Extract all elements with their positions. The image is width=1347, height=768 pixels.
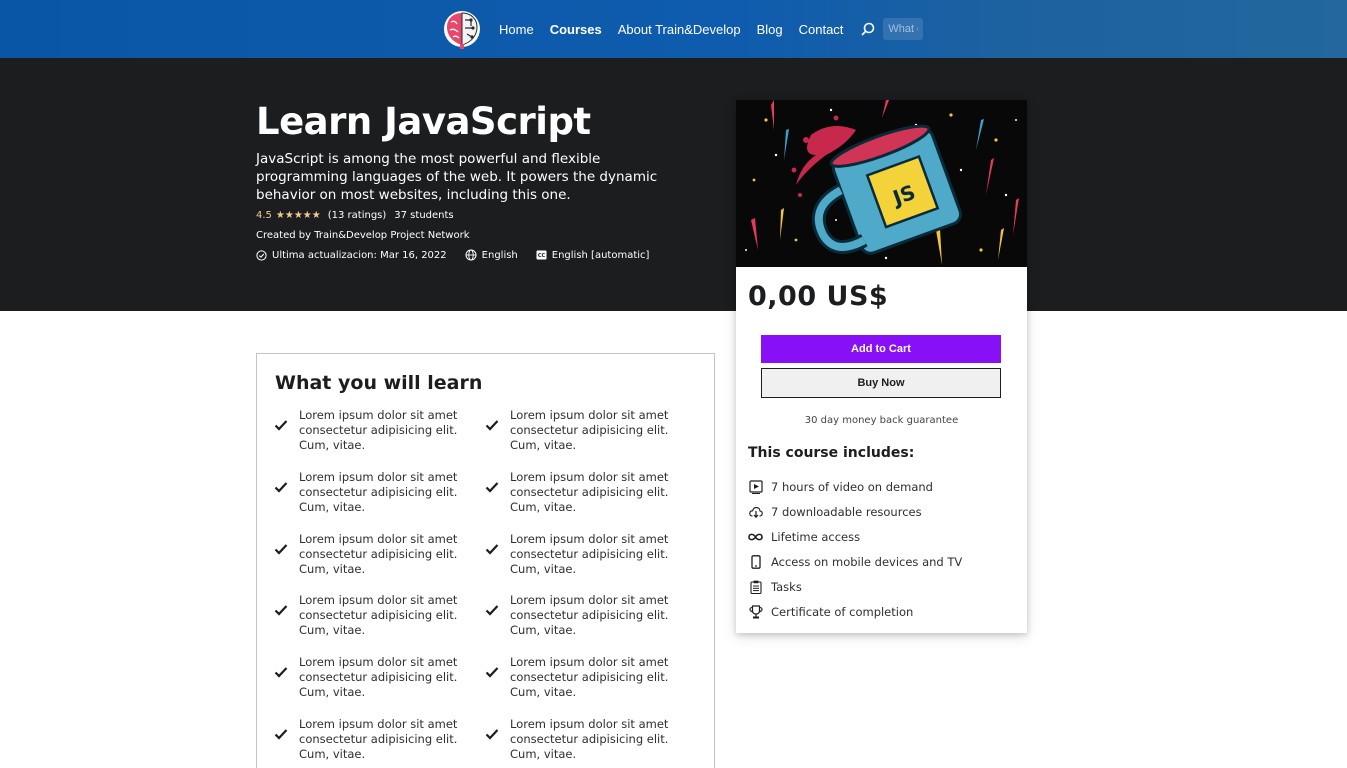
nav-contact[interactable]: Contact bbox=[799, 22, 844, 37]
learn-item-text: Lorem ipsum dolor sit amet consectetur a… bbox=[299, 469, 458, 514]
brain-logo-icon[interactable] bbox=[443, 8, 481, 50]
includes-list: 7 hours of video on demand 7 downloadabl… bbox=[748, 474, 962, 624]
course-preview-image[interactable]: JS bbox=[736, 100, 1027, 267]
closed-captions-icon: CC bbox=[536, 250, 547, 260]
learn-item-text: Lorem ipsum dolor sit amet consectetur a… bbox=[299, 593, 458, 638]
includes-label: Certificate of completion bbox=[771, 604, 914, 619]
top-navbar: Home Courses About Train&Develop Blog Co… bbox=[0, 0, 1347, 58]
checkmark-icon bbox=[274, 605, 288, 616]
learn-item: Lorem ipsum dolor sit amet consectetur a… bbox=[274, 408, 485, 470]
learn-item-text: Lorem ipsum dolor sit amet consectetur a… bbox=[510, 593, 669, 638]
rating-row: 4.5 ★★★★★ (13 ratings) 37 students bbox=[256, 210, 454, 221]
includes-label: 7 hours of video on demand bbox=[771, 479, 933, 494]
add-to-cart-button[interactable]: Add to Cart bbox=[761, 335, 1001, 363]
course-meta: Ultima actualizacion: Mar 16, 2022 Engli… bbox=[256, 249, 667, 261]
language-text: English bbox=[481, 249, 518, 261]
money-back-guarantee: 30 day money back guarantee bbox=[804, 415, 959, 426]
learn-item-text: Lorem ipsum dolor sit amet consectetur a… bbox=[510, 469, 669, 514]
download-icon bbox=[748, 504, 763, 519]
purchase-card: JS 0,00 US$ Add to Cart Buy Now 30 day m… bbox=[736, 100, 1027, 633]
nav-home[interactable]: Home bbox=[499, 22, 534, 37]
checkmark-icon bbox=[485, 543, 499, 555]
checkmark-icon bbox=[485, 729, 499, 740]
trophy-icon bbox=[748, 604, 763, 619]
search-icon[interactable] bbox=[861, 22, 875, 36]
learn-item: Lorem ipsum dolor sit amet consectetur a… bbox=[485, 655, 696, 717]
svg-text:CC: CC bbox=[538, 253, 546, 259]
checkmark-icon bbox=[485, 482, 499, 493]
course-price: 0,00 US$ bbox=[748, 281, 889, 312]
includes-item: Tasks bbox=[748, 574, 962, 599]
learn-item-text: Lorem ipsum dolor sit amet consectetur a… bbox=[510, 655, 669, 700]
video-icon bbox=[748, 479, 763, 494]
learn-item-text: Lorem ipsum dolor sit amet consectetur a… bbox=[299, 408, 458, 452]
learn-item: Lorem ipsum dolor sit amet consectetur a… bbox=[274, 532, 485, 594]
learn-item: Lorem ipsum dolor sit amet consectetur a… bbox=[485, 470, 696, 532]
language: English bbox=[465, 249, 518, 261]
last-updated-text: Ultima actualizacion: Mar 16, 2022 bbox=[272, 249, 447, 261]
includes-item: Access on mobile devices and TV bbox=[748, 549, 962, 574]
includes-label: 7 downloadable resources bbox=[771, 504, 922, 519]
learn-item-text: Lorem ipsum dolor sit amet consectetur a… bbox=[510, 531, 669, 576]
clipboard-icon bbox=[748, 579, 763, 594]
learn-item: Lorem ipsum dolor sit amet consectetur a… bbox=[274, 655, 485, 717]
checkmark-icon bbox=[485, 420, 499, 431]
nav-about[interactable]: About Train&Develop bbox=[618, 22, 741, 37]
checkmark-icon bbox=[274, 482, 288, 493]
learn-item-text: Lorem ipsum dolor sit amet consectetur a… bbox=[299, 655, 458, 700]
checkmark-icon bbox=[274, 667, 288, 678]
learn-item: Lorem ipsum dolor sit amet consectetur a… bbox=[274, 470, 485, 532]
nav-inner: Home Courses About Train&Develop Blog Co… bbox=[443, 0, 924, 58]
learn-grid: Lorem ipsum dolor sit amet consectetur a… bbox=[274, 408, 699, 768]
checkmark-icon bbox=[485, 667, 499, 678]
includes-item: 7 downloadable resources bbox=[748, 499, 962, 524]
includes-label: Tasks bbox=[771, 579, 802, 594]
captions: CC English [automatic] bbox=[536, 249, 650, 261]
includes-item: Lifetime access bbox=[748, 524, 962, 549]
ratings-count[interactable]: (13 ratings) bbox=[328, 210, 387, 221]
learn-item: Lorem ipsum dolor sit amet consectetur a… bbox=[485, 717, 696, 768]
learn-item-text: Lorem ipsum dolor sit amet consectetur a… bbox=[299, 716, 458, 761]
learn-item: Lorem ipsum dolor sit amet consectetur a… bbox=[485, 408, 696, 470]
includes-label: Lifetime access bbox=[771, 529, 861, 544]
learn-item-text: Lorem ipsum dolor sit amet consectetur a… bbox=[299, 531, 458, 576]
includes-item: 7 hours of video on demand bbox=[748, 474, 962, 499]
learn-item: Lorem ipsum dolor sit amet consectetur a… bbox=[274, 717, 485, 768]
learn-item-text: Lorem ipsum dolor sit amet consectetur a… bbox=[510, 716, 669, 761]
captions-text: English [automatic] bbox=[551, 249, 650, 261]
search-input[interactable] bbox=[883, 18, 924, 40]
course-title: Learn JavaScript bbox=[256, 100, 591, 143]
last-updated: Ultima actualizacion: Mar 16, 2022 bbox=[256, 250, 447, 261]
rating-value: 4.5 bbox=[256, 210, 272, 221]
checkmark-icon bbox=[274, 543, 288, 555]
mobile-icon bbox=[748, 554, 763, 569]
checkmark-icon bbox=[274, 729, 288, 740]
nav-blog[interactable]: Blog bbox=[757, 22, 783, 37]
learn-item-text: Lorem ipsum dolor sit amet consectetur a… bbox=[510, 408, 669, 452]
checkmark-icon bbox=[274, 420, 288, 431]
course-description: JavaScript is among the most powerful an… bbox=[256, 151, 658, 203]
includes-label: Access on mobile devices and TV bbox=[771, 554, 963, 569]
buy-now-button[interactable]: Buy Now bbox=[761, 368, 1001, 398]
infinity-icon bbox=[748, 529, 763, 544]
checkmark-icon bbox=[485, 605, 499, 616]
globe-icon bbox=[465, 249, 477, 261]
learn-item: Lorem ipsum dolor sit amet consectetur a… bbox=[485, 532, 696, 594]
includes-item: Certificate of completion bbox=[748, 599, 962, 624]
badge-check-icon bbox=[256, 249, 267, 261]
what-you-will-learn: What you will learn Lorem ipsum dolor si… bbox=[256, 353, 715, 768]
js-mug-illustration-icon: JS bbox=[736, 100, 1027, 267]
includes-title: This course includes: bbox=[748, 445, 915, 461]
created-by: Created by Train&Develop Project Network bbox=[256, 230, 470, 241]
nav-courses[interactable]: Courses bbox=[550, 22, 602, 37]
learn-item: Lorem ipsum dolor sit amet consectetur a… bbox=[485, 593, 696, 655]
star-rating-icon: ★★★★★ bbox=[275, 210, 321, 221]
learn-title: What you will learn bbox=[275, 372, 483, 394]
learn-item: Lorem ipsum dolor sit amet consectetur a… bbox=[274, 593, 485, 655]
students-count: 37 students bbox=[394, 210, 454, 221]
